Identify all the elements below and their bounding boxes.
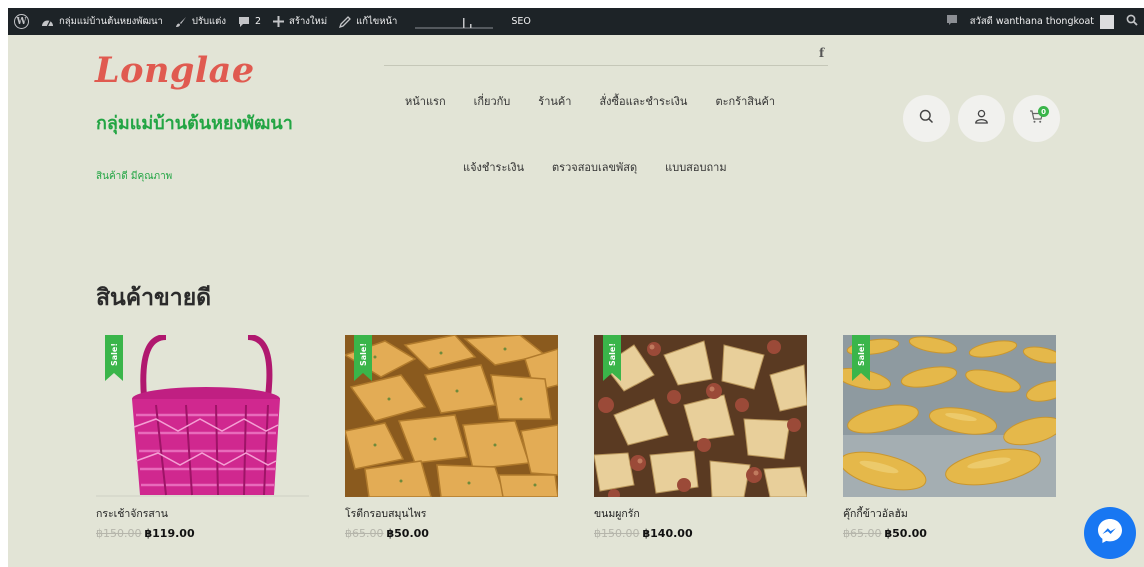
sale-badge: Sale! <box>603 335 621 381</box>
product-price: ฿65.00 ฿50.00 <box>843 527 1056 540</box>
menu-item-order-payment[interactable]: สั่งซื้อและชำระเงิน <box>599 92 687 110</box>
sparkline-graph <box>415 17 494 28</box>
account-button[interactable] <box>958 95 1005 142</box>
sale-badge: Sale! <box>105 335 123 381</box>
product-name[interactable]: โรตีกรอบสมุนไพร <box>345 505 558 522</box>
product-image[interactable]: Sale! <box>843 335 1056 497</box>
sale-badge-label: Sale! <box>607 342 617 366</box>
regular-price: ฿150.00 <box>96 527 142 540</box>
menu-item-cart[interactable]: ตะกร้าสินค้า <box>715 92 775 110</box>
product-price: ฿65.00 ฿50.00 <box>345 527 558 540</box>
site-tagline: สินค้าดี มีคุณภาพ <box>96 171 173 182</box>
menu-item-survey[interactable]: แบบสอบถาม <box>665 158 726 176</box>
cart-button[interactable]: 0 <box>1013 95 1060 142</box>
admin-search-button[interactable] <box>1120 8 1144 35</box>
search-icon <box>919 109 934 128</box>
seo-menu[interactable]: SEO <box>505 8 537 35</box>
comments-count: 2 <box>255 16 262 27</box>
edit-page-label: แก้ไขหน้า <box>356 16 398 27</box>
search-icon <box>1126 14 1138 29</box>
dashboard-icon <box>41 16 54 27</box>
product-image[interactable]: Sale! <box>96 335 309 497</box>
product-image[interactable]: Sale! <box>345 335 558 497</box>
sale-price: ฿119.00 <box>144 527 195 540</box>
brush-icon <box>175 16 187 28</box>
main-menu-row-1: หน้าแรก เกี่ยวกับ ร้านค้า สั่งซื้อและชำร… <box>405 92 775 110</box>
cart-count-badge: 0 <box>1038 106 1049 117</box>
product-card[interactable]: Sale! โรตีกรอบสมุนไพร ฿65.00 ฿50.00 <box>345 335 558 540</box>
product-image[interactable]: Sale! <box>594 335 807 497</box>
user-icon <box>974 109 989 128</box>
my-account-menu[interactable]: สวัสดี wanthana thongkoat <box>964 8 1120 35</box>
avatar <box>1100 14 1114 29</box>
menu-item-shop[interactable]: ร้านค้า <box>538 92 571 110</box>
new-content-label: สร้างใหม่ <box>289 16 328 27</box>
bestseller-heading: สินค้าขายดี <box>96 285 212 311</box>
product-card[interactable]: Sale! ขนมผูกรัก ฿150.00 ฿140.00 <box>594 335 807 540</box>
product-price: ฿150.00 ฿140.00 <box>594 527 807 540</box>
notification-icon <box>946 14 958 29</box>
wordpress-menu[interactable]: W <box>8 8 35 35</box>
comment-icon <box>238 16 250 28</box>
menu-item-payment-notice[interactable]: แจ้งชำระเงิน <box>463 158 524 176</box>
product-name[interactable]: กระเช้าจักรสาน <box>96 505 309 522</box>
menu-item-about[interactable]: เกี่ยวกับ <box>474 92 511 110</box>
sale-badge: Sale! <box>354 335 372 381</box>
product-card[interactable]: Sale! คุ๊กกี้ข้าวอัลฮัม ฿65.00 ฿50.00 <box>843 335 1056 540</box>
product-price: ฿150.00 ฿119.00 <box>96 527 309 540</box>
regular-price: ฿65.00 <box>843 527 882 540</box>
notification-icon-button[interactable] <box>940 8 964 35</box>
product-name[interactable]: คุ๊กกี้ข้าวอัลฮัม <box>843 505 1056 522</box>
messenger-chat-button[interactable] <box>1084 507 1136 559</box>
sale-price: ฿50.00 <box>884 527 927 540</box>
main-menu-row-2: แจ้งชำระเงิน ตรวจสอบเลขพัสดุ แบบสอบถาม <box>463 158 727 176</box>
new-content-link[interactable]: สร้างใหม่ <box>267 8 333 35</box>
admin-bar: W กลุ่มแม่บ้านต้นหยงพัฒนา ปรับแต่ง 2 สร้… <box>8 8 1144 35</box>
customize-label: ปรับแต่ง <box>191 16 226 27</box>
messenger-icon <box>1096 517 1124 549</box>
pencil-icon <box>339 15 352 28</box>
site-name-link[interactable]: กลุ่มแม่บ้านต้นหยงพัฒนา <box>35 8 169 35</box>
site-logo[interactable]: Longlae <box>95 50 255 91</box>
product-name[interactable]: ขนมผูกรัก <box>594 505 807 522</box>
wordpress-icon: W <box>14 14 29 29</box>
sale-badge-label: Sale! <box>109 342 119 366</box>
sale-badge-label: Sale! <box>856 342 866 366</box>
sale-badge-label: Sale! <box>358 342 368 366</box>
customize-link[interactable]: ปรับแต่ง <box>169 8 232 35</box>
sale-price: ฿50.00 <box>386 527 429 540</box>
menu-item-tracking[interactable]: ตรวจสอบเลขพัสดุ <box>552 158 637 176</box>
sale-price: ฿140.00 <box>642 527 693 540</box>
search-button[interactable] <box>903 95 950 142</box>
seo-label: SEO <box>511 16 531 27</box>
nav-divider <box>384 65 828 66</box>
comments-link[interactable]: 2 <box>232 8 267 35</box>
site-name-label: กลุ่มแม่บ้านต้นหยงพัฒนา <box>59 16 163 27</box>
stats-sparkline[interactable] <box>403 8 505 35</box>
greeting-label: สวัสดี wanthana thongkoat <box>969 16 1094 27</box>
sale-badge: Sale! <box>852 335 870 381</box>
facebook-icon[interactable]: f <box>819 46 824 60</box>
menu-item-home[interactable]: หน้าแรก <box>405 92 446 110</box>
product-card[interactable]: Sale! กระเช้าจักรสาน ฿150.00 ฿119.00 <box>96 335 309 540</box>
regular-price: ฿65.00 <box>345 527 384 540</box>
regular-price: ฿150.00 <box>594 527 640 540</box>
site-title[interactable]: กลุ่มแม่บ้านต้นหยงพัฒนา <box>96 106 296 142</box>
plus-icon <box>273 16 285 27</box>
edit-page-link[interactable]: แก้ไขหน้า <box>333 8 403 35</box>
page: W กลุ่มแม่บ้านต้นหยงพัฒนา ปรับแต่ง 2 สร้… <box>8 8 1144 567</box>
